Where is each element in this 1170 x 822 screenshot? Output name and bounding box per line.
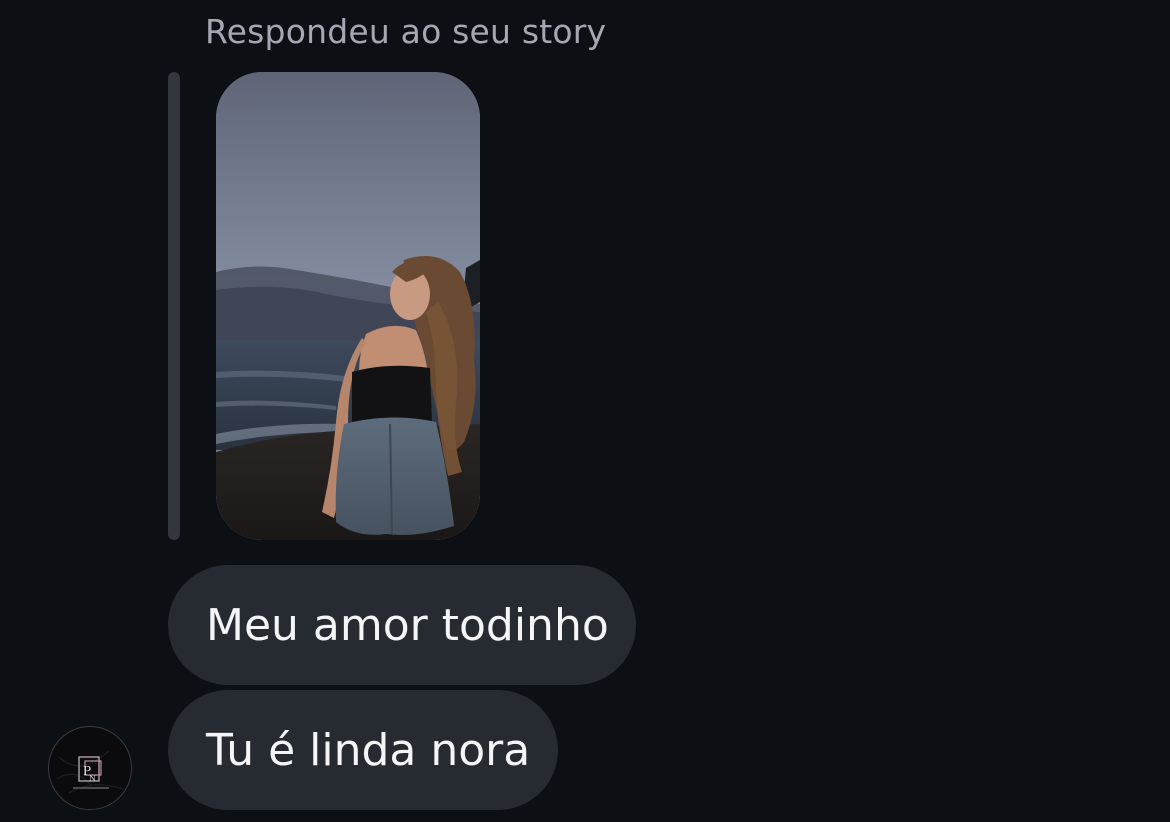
svg-text:N: N [89, 774, 96, 783]
story-thumbnail[interactable] [216, 72, 480, 540]
avatar[interactable]: P N [48, 726, 132, 810]
story-reply-caption: Respondeu ao seu story [205, 12, 607, 51]
message-bubble[interactable]: Meu amor todinho [168, 565, 636, 685]
quote-bar [168, 72, 180, 540]
message-text: Tu é linda nora [206, 724, 531, 776]
chat-screen: Respondeu ao seu story Meu amor todinho … [0, 0, 1170, 822]
logo-icon: P N [50, 728, 131, 809]
message-text: Meu amor todinho [206, 599, 609, 651]
message-bubble[interactable]: Tu é linda nora [168, 690, 558, 810]
story-photo-icon [216, 72, 480, 540]
